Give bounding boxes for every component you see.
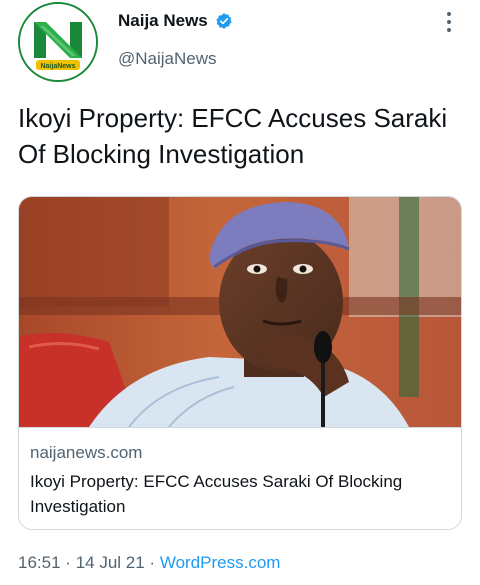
card-title: Ikoyi Property: EFCC Accuses Saraki Of B… <box>30 472 403 516</box>
card-domain: naijanews.com <box>30 443 143 462</box>
card-body[interactable]: naijanews.com Ikoyi Property: EFCC Accus… <box>19 427 461 529</box>
avatar[interactable]: NaijaNews <box>18 2 98 82</box>
tweet-date[interactable]: 14 Jul 21 <box>76 553 145 572</box>
link-card[interactable]: naijanews.com Ikoyi Property: EFCC Accus… <box>18 196 462 530</box>
logo-text: NaijaNews <box>40 63 75 70</box>
handle[interactable]: @NaijaNews <box>118 49 217 69</box>
naija-news-logo: NaijaNews <box>20 4 96 80</box>
tweet-time[interactable]: 16:51 <box>18 553 61 572</box>
verified-badge-icon <box>215 12 233 30</box>
tweet-text: Ikoyi Property: EFCC Accuses Saraki Of B… <box>18 103 448 169</box>
tweet-header: NaijaNews Naija News @NaijaNews <box>18 2 462 86</box>
meta-separator: · <box>149 553 156 572</box>
meta-separator: · <box>65 553 71 572</box>
display-name[interactable]: Naija News <box>118 11 208 31</box>
name-row: Naija News <box>118 11 233 31</box>
card-image[interactable] <box>19 197 461 428</box>
more-options-icon[interactable] <box>443 12 455 34</box>
tweet-source[interactable]: WordPress.com <box>160 553 281 572</box>
tweet-meta: 16:51 · 14 Jul 21 · WordPress.com <box>18 553 280 573</box>
